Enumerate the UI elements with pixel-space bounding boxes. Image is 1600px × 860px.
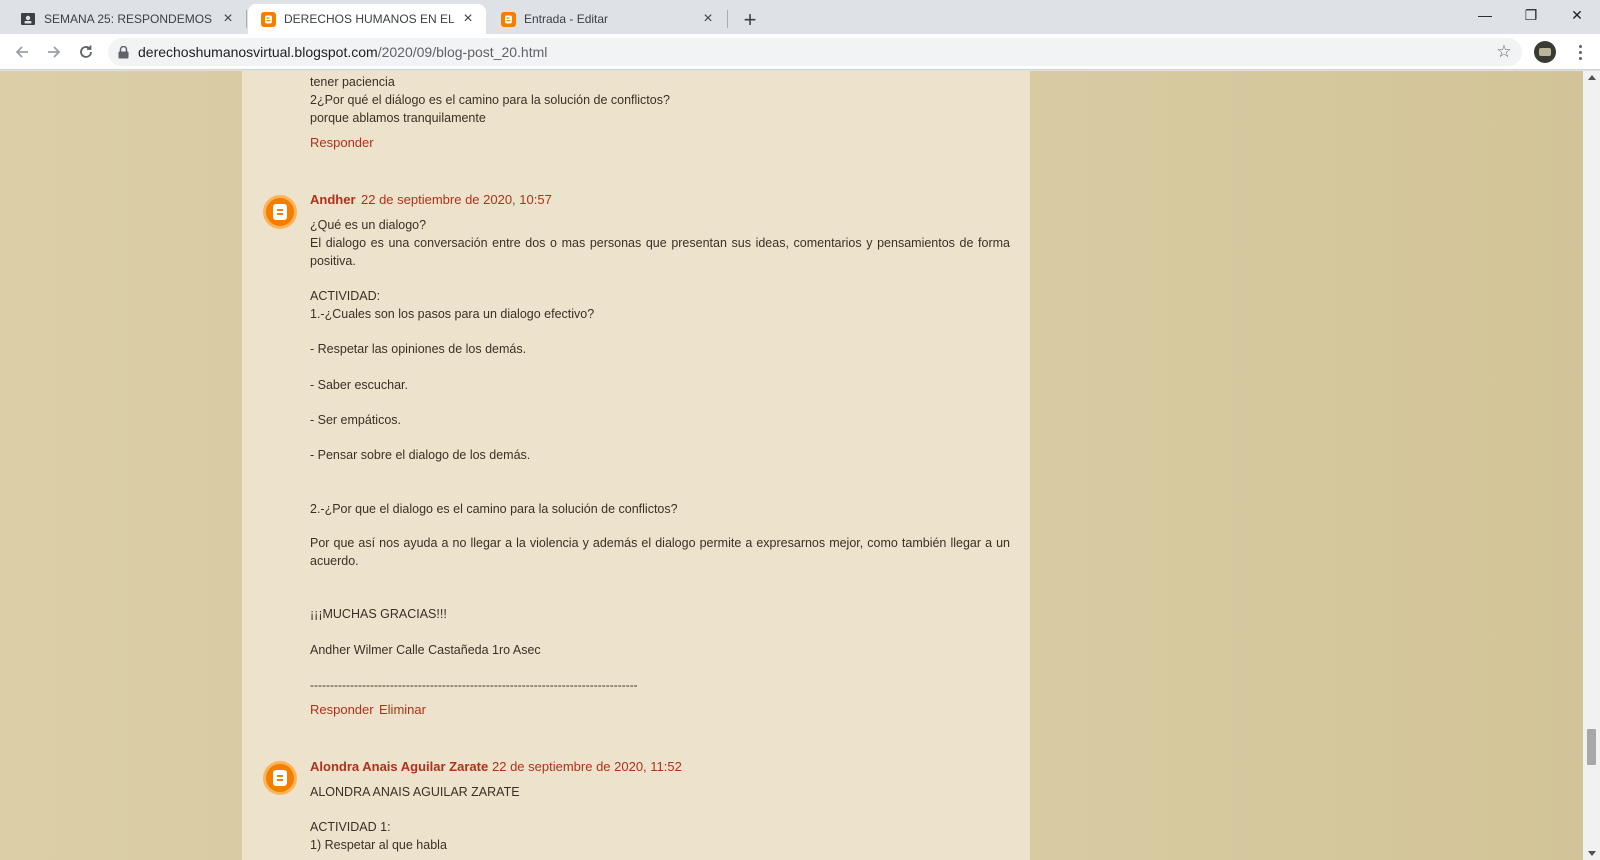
comment-line: 1) Respetar al que habla — [310, 838, 447, 852]
scrollbar-thumb[interactable] — [1587, 729, 1596, 765]
comment-line: - Ser empáticos. — [310, 413, 402, 427]
tab-separator — [246, 10, 247, 28]
blogger-avatar-icon — [263, 195, 297, 229]
tab-semana-25[interactable]: SEMANA 25: RESPONDEMOS × — [8, 4, 246, 34]
profile-avatar[interactable] — [1534, 41, 1556, 63]
back-button[interactable] — [8, 38, 36, 66]
reply-link[interactable]: Responder — [310, 702, 374, 717]
comment-line: porque ablamos tranquilamente — [310, 111, 486, 125]
minimize-button[interactable]: — — [1462, 0, 1508, 30]
tab-close-icon[interactable]: × — [220, 10, 236, 27]
comment-line: ACTIVIDAD: — [310, 289, 381, 303]
url-path: /2020/09/blog-post_20.html — [377, 44, 548, 60]
comment-line: ¿Qué es un dialogo? — [310, 218, 427, 232]
comment-author[interactable]: Alondra Anais Aguilar Zarate — [310, 759, 488, 774]
browser-toolbar: derechoshumanosvirtual.blogspot.com/2020… — [0, 34, 1600, 70]
delete-link[interactable]: Eliminar — [379, 702, 426, 717]
url-host: derechoshumanosvirtual.blogspot.com — [138, 44, 378, 60]
reply-link[interactable]: Responder — [310, 135, 374, 150]
comment-line: - Pensar sobre el dialogo de los demás. — [310, 448, 531, 462]
window-close-button[interactable]: ✕ — [1554, 0, 1600, 30]
comment-line: ACTIVIDAD 1: — [310, 820, 391, 834]
tab-derechos-humanos[interactable]: DERECHOS HUMANOS EN EL MU × — [248, 4, 486, 34]
reload-icon — [80, 45, 92, 58]
comments-column — [242, 71, 1030, 860]
comment-line: - Respetar las opiniones de los demás. — [310, 342, 527, 356]
scroll-up-icon[interactable] — [1588, 75, 1596, 80]
tab-title: DERECHOS HUMANOS EN EL MU — [284, 12, 454, 26]
comment-line: tener paciencia — [310, 75, 395, 89]
forward-arrow-icon — [48, 46, 61, 58]
lock-icon — [108, 45, 138, 59]
browser-menu-icon[interactable] — [1568, 38, 1592, 66]
tab-close-icon[interactable]: × — [700, 10, 716, 27]
comment-line: ALONDRA ANAIS AGUILAR ZARATE — [310, 785, 520, 799]
page-scrollbar[interactable] — [1583, 71, 1600, 860]
comment-line: ¡¡¡MUCHAS GRACIAS!!! — [310, 607, 447, 621]
restore-button[interactable]: ❐ — [1508, 0, 1554, 30]
tab-separator — [727, 10, 728, 28]
comment-signature: Andher Wilmer Calle Castañeda 1ro Asec — [310, 643, 541, 657]
comment-author[interactable]: Andher — [310, 192, 356, 207]
tab-title: SEMANA 25: RESPONDEMOS — [44, 12, 213, 26]
back-arrow-icon — [15, 46, 28, 58]
url-text: derechoshumanosvirtual.blogspot.com/2020… — [138, 44, 547, 60]
bookmark-star-icon[interactable]: ☆ — [1494, 42, 1514, 62]
comment-divider: ----------------------------------------… — [310, 678, 638, 692]
comment-paragraph: El dialogo es una conversación entre dos… — [310, 236, 1010, 268]
address-bar[interactable]: derechoshumanosvirtual.blogspot.com/2020… — [108, 38, 1522, 66]
comment-paragraph: Por que así nos ayuda a no llegar a la v… — [310, 536, 1010, 568]
comment-line: 2¿Por qué el diálogo es el camino para l… — [310, 93, 670, 107]
blogger-avatar-icon — [263, 761, 297, 795]
page-viewport: tener paciencia 2¿Por qué el diálogo es … — [0, 71, 1600, 860]
reload-button[interactable] — [72, 38, 100, 66]
blogger-icon — [500, 11, 516, 27]
forward-button[interactable] — [40, 38, 68, 66]
tab-entrada-editar[interactable]: Entrada - Editar × — [488, 4, 726, 34]
blogger-icon — [260, 11, 276, 27]
comment-date[interactable]: 22 de septiembre de 2020, 11:52 — [492, 759, 682, 774]
comment-line: 2.-¿Por que el dialogo es el camino para… — [310, 502, 678, 516]
tab-close-icon[interactable]: × — [460, 10, 476, 27]
comment-line: - Saber escuchar. — [310, 378, 408, 392]
tab-strip: SEMANA 25: RESPONDEMOS × DERECHOS HUMANO… — [0, 0, 1600, 34]
comment-date[interactable]: 22 de septiembre de 2020, 10:57 — [361, 192, 552, 207]
comment-line: 1.-¿Cuales son los pasos para un dialogo… — [310, 307, 595, 321]
classroom-icon — [20, 11, 36, 27]
tab-title: Entrada - Editar — [524, 12, 609, 26]
new-tab-button[interactable]: + — [736, 6, 764, 34]
scroll-down-icon[interactable] — [1588, 851, 1596, 856]
